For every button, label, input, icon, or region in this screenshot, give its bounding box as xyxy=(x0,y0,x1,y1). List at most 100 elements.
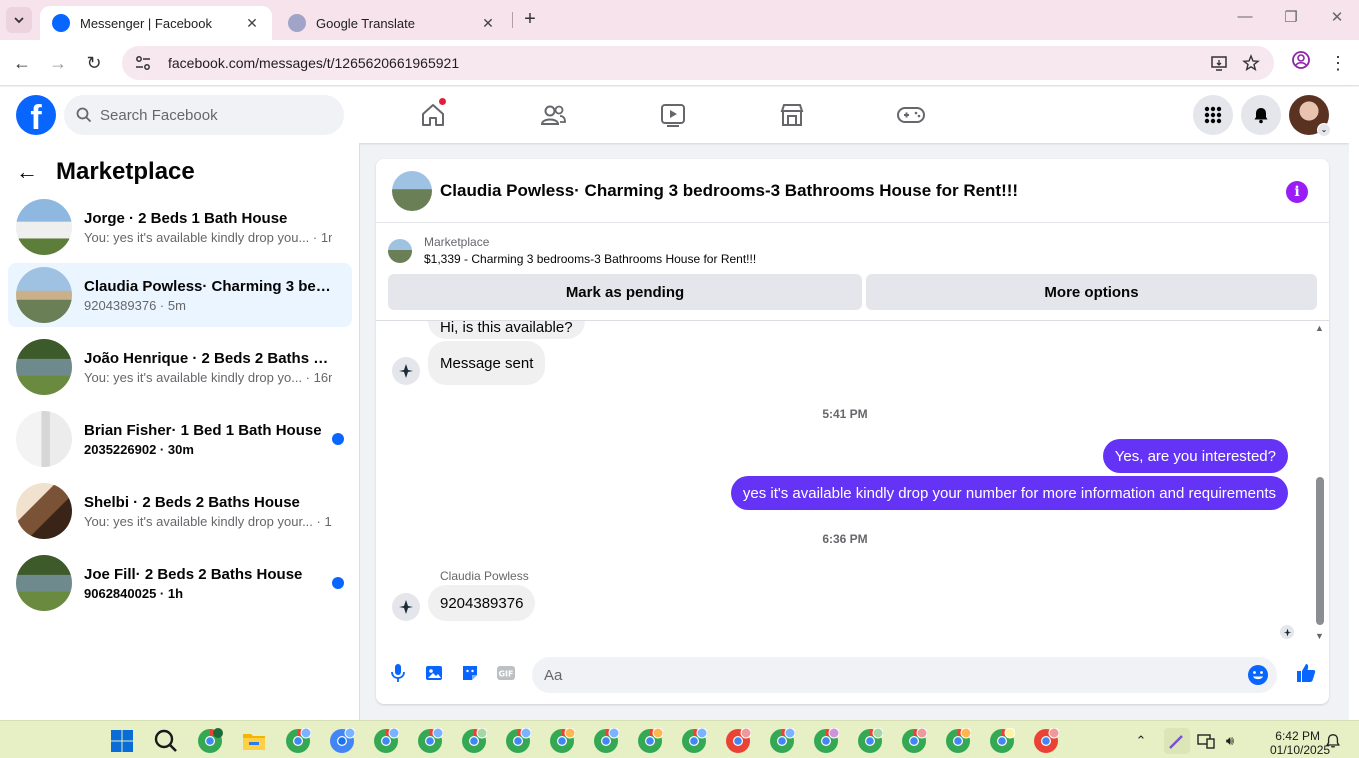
listing-price-title: $1,339 - Charming 3 bedrooms-3 Bathrooms… xyxy=(424,252,757,266)
chrome-profile-icon[interactable] xyxy=(1033,727,1060,754)
forward-button[interactable]: → xyxy=(45,50,71,76)
chat-header[interactable]: Claudia Powless· Charming 3 bedrooms-3 B… xyxy=(376,159,1329,223)
message-input[interactable] xyxy=(544,666,1234,684)
conversation-item[interactable]: Jorge · 2 Beds 1 Bath House You: yes it'… xyxy=(8,195,352,259)
chrome-profile-icon[interactable] xyxy=(725,727,752,754)
chrome-profile-icon[interactable] xyxy=(373,727,400,754)
omnibox[interactable]: facebook.com/messages/t/1265620661965921 xyxy=(122,46,1274,80)
friends-icon[interactable] xyxy=(537,99,569,131)
photo-icon[interactable] xyxy=(422,661,446,685)
chrome-profile-icon[interactable] xyxy=(769,727,796,754)
bookmark-star-icon[interactable] xyxy=(1236,46,1266,80)
like-thumbs-up-icon[interactable] xyxy=(1294,661,1318,685)
listing-thumbnail xyxy=(16,267,72,323)
incoming-message[interactable]: Message sent xyxy=(428,341,546,385)
gaming-icon[interactable] xyxy=(895,99,927,131)
new-tab-button[interactable]: + xyxy=(518,8,542,32)
chrome-profile-icon[interactable] xyxy=(989,727,1016,754)
conversation-item-selected[interactable]: Claudia Powless· Charming 3 bedr... 9204… xyxy=(8,263,352,327)
url-text: facebook.com/messages/t/1265620661965921 xyxy=(168,55,460,71)
windows-taskbar: ⌃ 🔊︎ 6:42 PM 01/10/2025 xyxy=(0,720,1359,758)
file-explorer-icon[interactable] xyxy=(241,728,267,754)
sticker-icon[interactable] xyxy=(458,661,482,685)
tab-separator xyxy=(512,12,513,28)
scroll-up-arrow-icon[interactable]: ▲ xyxy=(1315,323,1324,333)
account-avatar[interactable]: ⌄ xyxy=(1289,95,1331,137)
search-icon[interactable] xyxy=(153,728,179,754)
panel-header: ← Marketplace xyxy=(16,155,195,189)
network-icon[interactable] xyxy=(1197,732,1215,750)
chrome-profile-icon[interactable] xyxy=(329,727,356,754)
marketplace-listing[interactable]: Marketplace $1,339 - Charming 3 bedrooms… xyxy=(388,235,756,266)
chrome-profile-icon[interactable] xyxy=(197,728,223,754)
site-info-icon[interactable] xyxy=(134,54,152,72)
incoming-message[interactable]: 9204389376 xyxy=(428,585,536,621)
menu-grid-button[interactable] xyxy=(1193,95,1233,135)
chrome-profile-icon[interactable] xyxy=(681,727,708,754)
minimize-button[interactable]: — xyxy=(1230,8,1260,32)
tab-google-translate[interactable]: Google Translate ✕ xyxy=(276,6,508,40)
chrome-profile-icon[interactable] xyxy=(813,727,840,754)
message-input-box[interactable] xyxy=(532,657,1277,693)
mark-as-pending-button[interactable]: Mark as pending xyxy=(388,274,862,310)
search-input[interactable] xyxy=(100,106,320,124)
outgoing-message[interactable]: yes it's available kindly drop your numb… xyxy=(730,476,1288,510)
pen-icon[interactable] xyxy=(1164,728,1190,754)
chrome-profile-icon[interactable] xyxy=(549,727,576,754)
marketplace-icon[interactable] xyxy=(776,99,808,131)
outgoing-message[interactable]: Yes, are you interested? xyxy=(1102,439,1288,473)
video-icon[interactable] xyxy=(657,99,689,131)
notification-bell-icon[interactable] xyxy=(1324,732,1342,750)
conversation-name: Jorge · 2 Beds 1 Bath House xyxy=(84,209,288,227)
volume-icon[interactable]: 🔊︎ xyxy=(1221,732,1239,750)
conversation-item[interactable]: Joe Fill· 2 Beds 2 Baths House 906284002… xyxy=(8,551,352,615)
clock[interactable]: 6:42 PM 01/10/2025 xyxy=(1270,729,1330,757)
chrome-profile-icon[interactable] xyxy=(461,727,488,754)
windows-start-icon[interactable] xyxy=(109,728,135,754)
chevron-up-icon[interactable]: ⌃ xyxy=(1132,732,1150,750)
chrome-profile-icon[interactable] xyxy=(285,727,312,754)
more-options-button[interactable]: More options xyxy=(866,274,1317,310)
gif-icon[interactable]: GIF xyxy=(494,661,518,685)
close-window-button[interactable]: ✕ xyxy=(1322,8,1352,32)
conversation-item[interactable]: Brian Fisher· 1 Bed 1 Bath House 2035226… xyxy=(8,407,352,471)
back-button[interactable]: ← xyxy=(9,50,35,76)
emoji-icon[interactable] xyxy=(1247,664,1269,686)
sender-avatar[interactable] xyxy=(392,593,420,621)
chrome-profile-icon[interactable] xyxy=(417,727,444,754)
close-tab-icon[interactable]: ✕ xyxy=(244,15,260,32)
kebab-menu-icon[interactable]: ⋮ xyxy=(1325,50,1351,76)
conversation-item[interactable]: João Henrique · 2 Beds 2 Baths Ho... You… xyxy=(8,335,352,399)
sender-name: Claudia Powless xyxy=(440,569,529,583)
chrome-profile-icon[interactable] xyxy=(593,727,620,754)
chrome-profile-icon[interactable] xyxy=(901,727,928,754)
listing-thumbnail xyxy=(388,238,412,263)
chrome-profile-icon[interactable] xyxy=(505,727,532,754)
tab-search-button[interactable] xyxy=(6,7,32,33)
chevron-down-icon xyxy=(14,17,24,24)
page-scrollbar[interactable] xyxy=(1349,87,1359,720)
sender-avatar[interactable] xyxy=(392,357,420,385)
facebook-logo-icon[interactable]: f xyxy=(16,95,56,135)
tab-messenger[interactable]: Messenger | Facebook ✕ xyxy=(40,6,272,40)
reload-button[interactable]: ↻ xyxy=(81,50,107,76)
chrome-profile-icon[interactable] xyxy=(945,727,972,754)
info-icon[interactable]: i xyxy=(1286,181,1308,203)
chrome-profile-icon[interactable] xyxy=(857,727,884,754)
chrome-profile-icon[interactable] xyxy=(637,727,664,754)
scrollbar-thumb[interactable] xyxy=(1316,477,1324,625)
notifications-button[interactable] xyxy=(1241,95,1281,135)
profile-icon[interactable] xyxy=(1288,50,1314,76)
scroll-down-arrow-icon[interactable]: ▼ xyxy=(1315,631,1324,641)
install-app-icon[interactable] xyxy=(1204,46,1234,80)
restore-button[interactable]: ❐ xyxy=(1276,8,1306,32)
chat-scrollbar[interactable]: ▲ ▼ xyxy=(1314,321,1326,647)
back-arrow-icon[interactable]: ← xyxy=(16,159,40,185)
close-tab-icon[interactable]: ✕ xyxy=(480,15,496,32)
listing-thumbnail xyxy=(16,411,72,467)
microphone-icon[interactable] xyxy=(386,661,410,685)
incoming-message[interactable]: Hi, is this available? xyxy=(428,321,585,339)
facebook-search[interactable] xyxy=(64,95,344,135)
facebook-favicon-icon xyxy=(52,14,70,32)
conversation-item[interactable]: Shelbi · 2 Beds 2 Baths House You: yes i… xyxy=(8,479,352,543)
